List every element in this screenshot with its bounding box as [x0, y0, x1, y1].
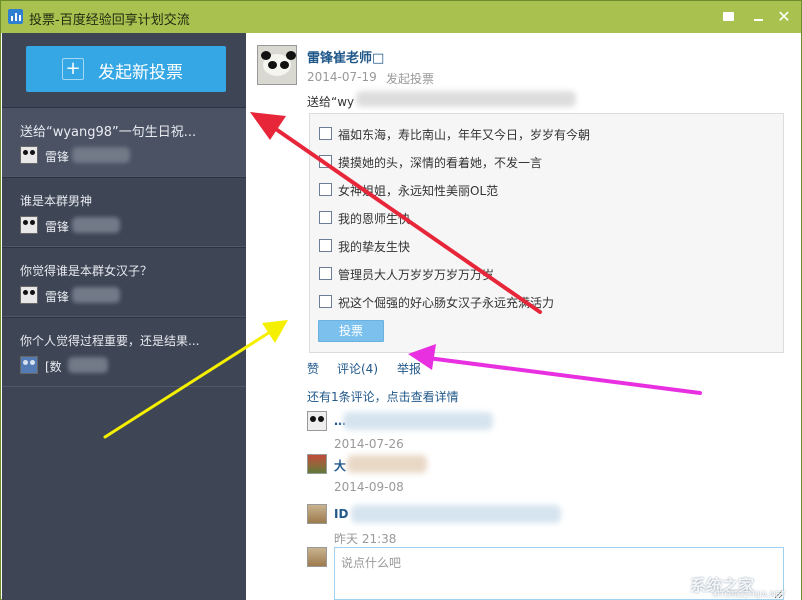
redaction-blur	[351, 505, 561, 523]
redaction-blur	[356, 91, 576, 107]
watermark-logo: 系统之家 XITONGZHIJIA.NET	[690, 572, 754, 596]
option-label: 管理员大人万岁岁万岁万万岁	[338, 266, 494, 283]
author-name: 雷锋	[45, 218, 69, 235]
option-label: 摸摸她的头，深情的看着她，不发一言	[338, 154, 542, 171]
commenter-name[interactable]: 大	[334, 457, 346, 474]
avatar	[20, 286, 38, 304]
more-comments-link[interactable]: 还有1条评论，点击查看详情	[307, 388, 459, 405]
option-checkbox[interactable]	[319, 155, 332, 168]
avatar	[20, 356, 38, 374]
like-link[interactable]: 赞	[307, 360, 319, 377]
vote-sidebar: + 发起新投票 送给“wyang98”一句生日祝... 雷锋 谁是本群男神 雷锋	[2, 33, 246, 600]
comment-time: 2014-09-08	[334, 480, 404, 494]
redaction-blur	[72, 287, 120, 303]
submit-vote-button[interactable]: 投票	[318, 320, 384, 342]
author-name: 雷锋	[45, 148, 69, 165]
avatar	[20, 216, 38, 234]
feedback-icon[interactable]	[719, 8, 737, 26]
option-checkbox[interactable]	[319, 239, 332, 252]
vote-item-title: 你觉得谁是本群女汉子？	[20, 262, 152, 279]
vote-list-item[interactable]: 你觉得谁是本群女汉子？ 雷锋	[2, 247, 246, 317]
vote-item-title: 谁是本群男神	[20, 192, 92, 209]
option-checkbox[interactable]	[319, 127, 332, 140]
post-text: 送给“wy	[307, 93, 354, 110]
vote-list-item[interactable]: 你个人觉得过程重要，还是结果... [数	[2, 317, 246, 387]
watermark-subtext: XITONGZHIJIA.NET	[712, 590, 786, 599]
post-action: 发起投票	[386, 70, 434, 87]
title-bar: 投票-百度经验回享计划交流 ✕	[1, 1, 801, 33]
option-label: 我的挚友生快	[338, 238, 410, 255]
post-date: 2014-07-19	[307, 70, 377, 84]
option-checkbox[interactable]	[319, 211, 332, 224]
plus-icon: +	[62, 58, 84, 80]
vote-detail: 雷锋崔老师□ 2014-07-19 发起投票 送给“wy 福如东海，寿比南山，年…	[246, 33, 801, 600]
comment-time: 昨天 21:38	[334, 530, 396, 547]
vote-list-item[interactable]: 送给“wyang98”一句生日祝... 雷锋	[2, 107, 246, 177]
window-title: 投票-百度经验回享计划交流	[29, 9, 190, 28]
option-checkbox[interactable]	[319, 295, 332, 308]
option-label: 女神姐姐，永远知性美丽OL范	[338, 182, 498, 199]
close-icon[interactable]: ✕	[775, 8, 793, 26]
avatar[interactable]	[307, 504, 327, 524]
author-name: 雷锋	[45, 288, 69, 305]
avatar[interactable]	[307, 411, 327, 431]
option-label: 福如东海，寿比南山，年年又今日，岁岁有今朝	[338, 126, 590, 143]
vote-list-item[interactable]: 谁是本群男神 雷锋	[2, 177, 246, 247]
avatar[interactable]	[307, 454, 327, 474]
comment-link[interactable]: 评论(4)	[337, 360, 378, 377]
report-link[interactable]: 举报	[397, 360, 421, 377]
minimize-button[interactable]	[749, 8, 767, 26]
option-label: 我的恩师生快	[338, 210, 410, 227]
poster-name[interactable]: 雷锋崔老师□	[307, 47, 384, 66]
redaction-blur	[347, 455, 427, 473]
commenter-name[interactable]: ID	[334, 507, 348, 521]
vote-list: 送给“wyang98”一句生日祝... 雷锋 谁是本群男神 雷锋 你觉得谁是本群…	[2, 107, 246, 387]
redaction-blur	[72, 217, 120, 233]
chart-icon	[8, 9, 23, 24]
redaction-blur	[72, 147, 130, 163]
redaction-blur	[343, 412, 493, 430]
avatar	[307, 547, 327, 567]
comment-time: 2014-07-26	[334, 437, 404, 451]
new-vote-button[interactable]: + 发起新投票	[26, 46, 226, 92]
app-window: 投票-百度经验回享计划交流 ✕ + 发起新投票 送给“wyang98”一句生日祝…	[0, 0, 802, 600]
option-checkbox[interactable]	[319, 267, 332, 280]
redaction-blur	[68, 357, 108, 373]
avatar	[20, 146, 38, 164]
avatar[interactable]	[257, 45, 297, 85]
author-name: [数	[45, 358, 62, 375]
new-vote-label: 发起新投票	[98, 58, 183, 83]
vote-options-box: 福如东海，寿比南山，年年又今日，岁岁有今朝 摸摸她的头，深情的看着她，不发一言 …	[309, 113, 784, 353]
vote-item-title: 你个人觉得过程重要，还是结果...	[20, 332, 199, 349]
option-checkbox[interactable]	[319, 183, 332, 196]
vote-item-title: 送给“wyang98”一句生日祝...	[20, 121, 196, 140]
option-label: 祝这个倔强的好心肠女汉子永远充满活力	[338, 294, 554, 311]
